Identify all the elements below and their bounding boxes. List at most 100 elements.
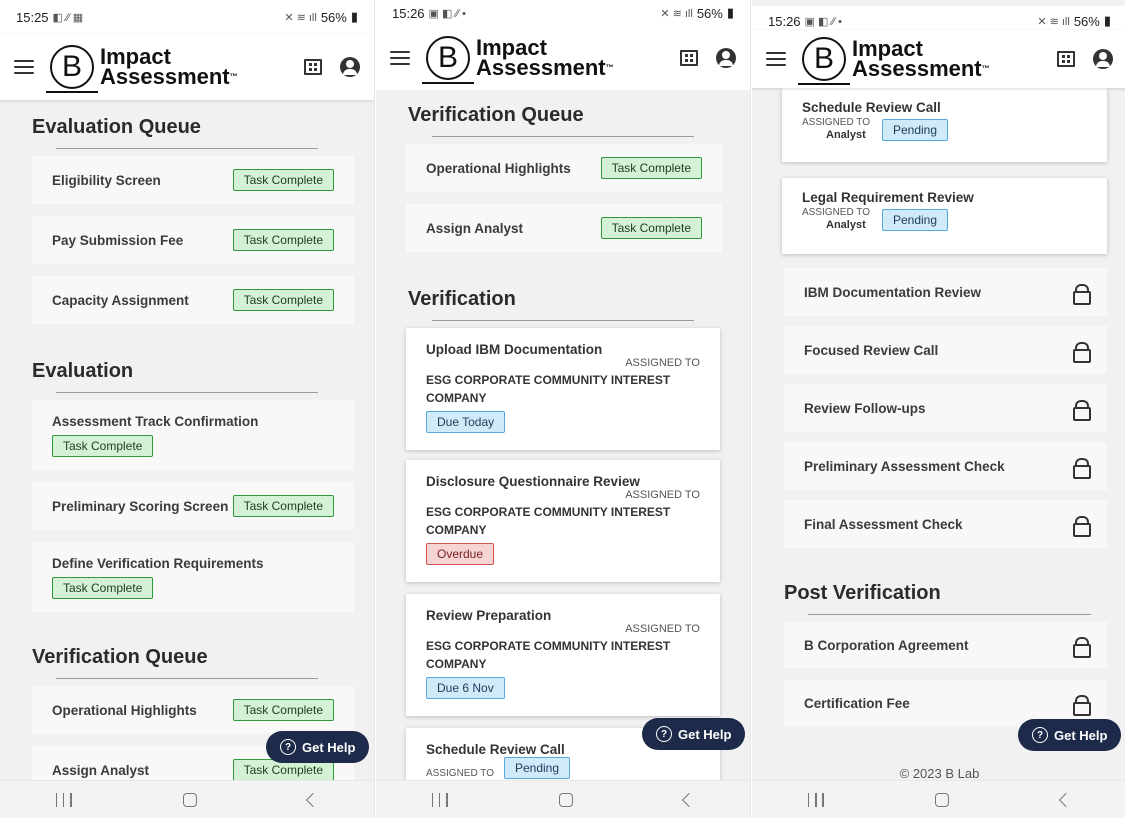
task-card[interactable]: Schedule Review Call ASSIGNED TO Analyst P…	[782, 88, 1107, 162]
app-bar: B Impact Assessment™	[752, 30, 1125, 88]
task-row[interactable]: Define Verification Requirements Task Com…	[32, 542, 354, 612]
logo-line-2: Assessment	[476, 55, 606, 80]
section-divider	[56, 148, 318, 149]
due-badge: Due 6 Nov	[426, 677, 505, 699]
task-card[interactable]: Upload IBM Documentation ASSIGNED TO ESG…	[406, 328, 720, 450]
phone-screen-3: 15:26 ▣ ◧ ∕∕ • ✕ ≋ ıll 56% ▮ B Impact Assess…	[752, 0, 1125, 818]
status-badge: Task Complete	[232, 169, 334, 191]
task-label: Preliminary Scoring Screen	[52, 498, 229, 514]
locked-task-row[interactable]: Final Assessment Check	[784, 500, 1107, 548]
app-logo[interactable]: B Impact Assessment™	[798, 37, 990, 85]
status-badge: Pending	[881, 119, 949, 141]
account-icon[interactable]	[340, 57, 360, 77]
status-time: 15:26	[768, 13, 801, 29]
building-icon[interactable]	[680, 50, 698, 66]
task-row[interactable]: Preliminary Scoring Screen Task Complete	[32, 482, 354, 530]
task-row[interactable]: Operational Highlights Task Complete	[32, 686, 354, 734]
section-divider	[808, 614, 1091, 615]
home-icon[interactable]	[558, 792, 573, 807]
assigned-to-label: ASSIGNED TO	[625, 489, 700, 501]
status-badge: Pending	[503, 757, 571, 779]
assignee-company: ESG CORPORATE COMMUNITY INTEREST COMPANY	[426, 639, 671, 671]
locked-task-row[interactable]: Focused Review Call	[784, 326, 1107, 374]
lock-icon	[1073, 637, 1091, 658]
building-icon[interactable]	[304, 59, 322, 75]
task-label: Operational Highlights	[426, 160, 571, 176]
section-title: Verification	[408, 288, 516, 310]
back-icon[interactable]	[306, 792, 321, 807]
menu-icon[interactable]	[390, 51, 410, 65]
task-row[interactable]: Assign Analyst Task Complete	[406, 204, 722, 252]
recent-apps-icon[interactable]	[807, 792, 824, 807]
task-list: Schedule Review Call ASSIGNED TO Analyst P…	[752, 88, 1125, 780]
task-label: Operational Highlights	[52, 702, 197, 718]
battery-icon: ▮	[1103, 13, 1111, 28]
home-icon[interactable]	[935, 792, 950, 807]
task-label: Assign Analyst	[426, 220, 524, 236]
account-icon[interactable]	[1093, 49, 1113, 69]
notification-icons: ▣ ◧ ∕∕ •	[428, 7, 467, 20]
status-badge: Task Complete	[232, 699, 334, 721]
battery-level: 56%	[1073, 13, 1100, 29]
b-logo-icon: B	[46, 45, 98, 93]
account-icon[interactable]	[716, 48, 736, 68]
system-nav-bar	[0, 780, 374, 818]
recent-apps-icon[interactable]	[431, 792, 448, 807]
section-divider	[432, 320, 694, 321]
status-time: 15:26	[392, 5, 425, 21]
task-row[interactable]: Eligibility Screen Task Complete	[32, 156, 354, 204]
help-icon: ?	[280, 739, 296, 755]
locked-task-row[interactable]: Review Follow-ups	[784, 384, 1107, 432]
assignee: Analyst	[826, 219, 866, 231]
assigned-to-label: ASSIGNED TO	[802, 207, 870, 218]
home-icon[interactable]	[182, 792, 197, 807]
system-nav-bar	[752, 780, 1125, 818]
section-divider	[56, 392, 318, 393]
task-card[interactable]: Review Preparation ASSIGNED TO ESG CORPO…	[406, 594, 720, 716]
app-logo[interactable]: B Impact Assessment™	[422, 36, 614, 84]
locked-task-row[interactable]: IBM Documentation Review	[784, 268, 1107, 316]
battery-level: 56%	[320, 9, 347, 25]
assigned-to-label: ASSIGNED TO	[802, 117, 870, 128]
locked-task-row[interactable]: B Corporation Agreement	[784, 622, 1107, 668]
menu-icon[interactable]	[766, 52, 786, 66]
help-icon: ?	[656, 726, 672, 742]
section-title: Verification Queue	[32, 646, 208, 668]
get-help-label: Get Help	[1054, 727, 1108, 743]
app-bar: B Impact Assessment™	[0, 34, 374, 100]
assignee-company: ESG CORPORATE COMMUNITY INTEREST COMPANY	[426, 373, 671, 405]
status-badge: Pending	[881, 209, 949, 231]
status-badge: Task Complete	[232, 495, 334, 517]
get-help-button[interactable]: ? Get Help	[642, 718, 746, 750]
task-row[interactable]: Pay Submission Fee Task Complete	[32, 216, 354, 264]
back-icon[interactable]	[1059, 792, 1074, 807]
back-icon[interactable]	[682, 792, 697, 807]
menu-icon[interactable]	[14, 60, 34, 74]
task-label: Certification Fee	[804, 695, 910, 711]
task-row[interactable]: Capacity Assignment Task Complete	[32, 276, 354, 324]
assigned-to-label: ASSIGNED TO	[426, 768, 494, 779]
app-logo[interactable]: B Impact Assessment™	[46, 45, 238, 93]
task-label: Assign Analyst	[52, 762, 150, 778]
app-bar: B Impact Assessment™	[376, 26, 750, 90]
get-help-button[interactable]: ? Get Help	[266, 731, 370, 763]
lock-icon	[1073, 516, 1091, 537]
system-nav-bar	[376, 780, 750, 818]
task-row[interactable]: Assessment Track Confirmation Task Comple…	[32, 400, 354, 470]
status-badge: Task Complete	[52, 576, 154, 599]
task-card[interactable]: Disclosure Questionnaire Review ASSIGNED…	[406, 460, 720, 582]
building-icon[interactable]	[1057, 51, 1075, 67]
recent-apps-icon[interactable]	[55, 792, 72, 807]
locked-task-row[interactable]: Preliminary Assessment Check	[784, 442, 1107, 490]
get-help-button[interactable]: ? Get Help	[1018, 719, 1122, 751]
task-row[interactable]: Operational Highlights Task Complete	[406, 144, 722, 192]
copyright-footer: © 2023 B Lab	[899, 766, 980, 780]
status-badge: Task Complete	[232, 229, 334, 251]
get-help-label: Get Help	[302, 739, 356, 755]
task-card[interactable]: Legal Requirement Review ASSIGNED TO Anal…	[782, 178, 1107, 254]
lock-icon	[1073, 284, 1091, 305]
section-title: Verification Queue	[408, 104, 584, 126]
lock-icon	[1073, 342, 1091, 363]
trademark: ™	[981, 64, 990, 73]
section-divider	[56, 678, 318, 679]
